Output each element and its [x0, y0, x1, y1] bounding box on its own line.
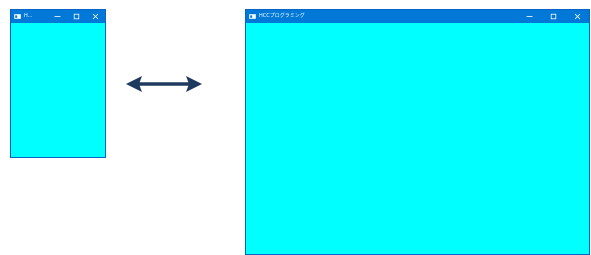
small-window: H... — [10, 9, 106, 158]
maximize-button[interactable] — [541, 10, 565, 23]
small-window-controls — [48, 10, 105, 23]
large-window: HCCプログラミング — [245, 9, 590, 255]
double-headed-arrow-icon — [126, 74, 202, 98]
minimize-icon — [526, 16, 532, 17]
close-button[interactable] — [565, 10, 589, 23]
app-icon — [249, 14, 256, 19]
large-window-client-area[interactable] — [246, 23, 589, 254]
minimize-button[interactable] — [517, 10, 541, 23]
screenshot-stage: H... HCCプログラミング — [0, 0, 591, 255]
small-window-title: H... — [24, 13, 33, 19]
maximize-button[interactable] — [67, 10, 86, 23]
small-window-titlebar[interactable]: H... — [11, 10, 105, 23]
app-icon — [14, 14, 21, 19]
large-window-title: HCCプログラミング — [259, 13, 305, 19]
minimize-icon — [54, 16, 61, 17]
small-window-client-area[interactable] — [11, 23, 105, 157]
minimize-button[interactable] — [48, 10, 67, 23]
close-button[interactable] — [86, 10, 105, 23]
maximize-icon — [73, 13, 80, 20]
close-icon — [574, 13, 580, 20]
large-window-titlebar[interactable]: HCCプログラミング — [246, 10, 589, 23]
large-window-controls — [517, 10, 589, 23]
maximize-icon — [550, 13, 556, 20]
close-icon — [92, 13, 99, 20]
